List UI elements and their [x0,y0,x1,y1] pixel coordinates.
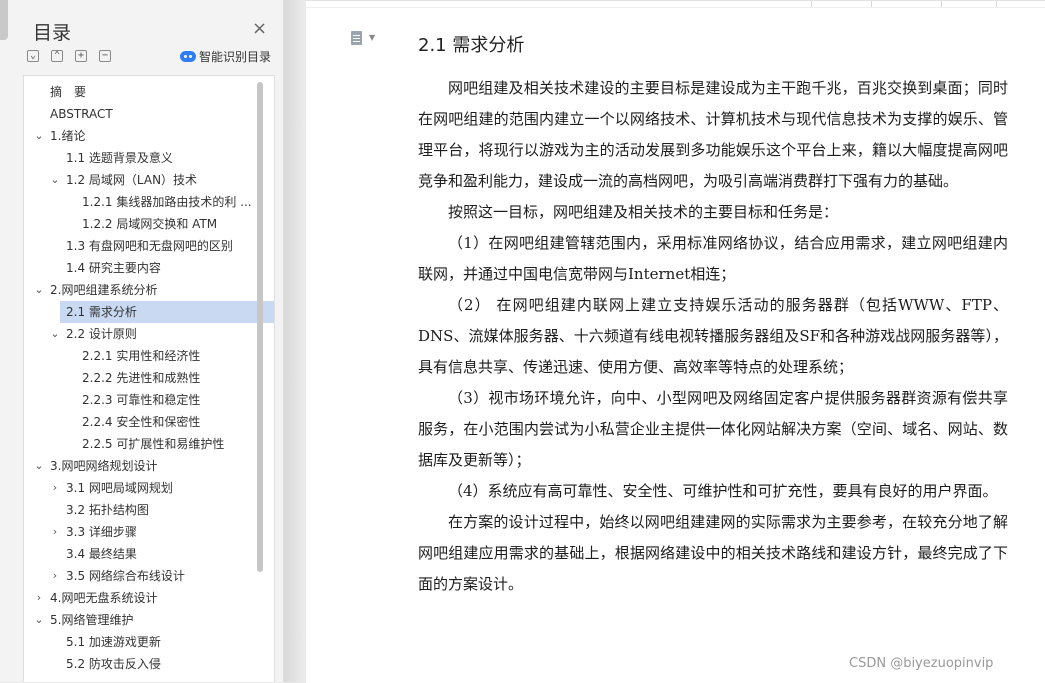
toc-item-label: 2.2.3 可靠性和稳定性 [82,393,201,407]
toc-item-label: 3.3 详细步骤 [66,525,137,539]
toc-item[interactable]: 1.4 研究主要内容 [24,257,274,279]
paragraph: （4）系统应有高可靠性、安全性、可维护性和可扩充性，要具有良好的用户界面。 [448,482,998,500]
chevron-down-icon[interactable]: ⌄ [49,323,61,345]
chevron-down-icon[interactable]: ⌄ [33,125,45,147]
toc-item-label: 2.2.5 可扩展性和易维护性 [82,437,225,451]
toc-item-label: 3.5 网络综合布线设计 [66,569,185,583]
toc-item-label: 2.2.4 安全性和保密性 [82,415,201,429]
close-icon[interactable]: × [252,20,267,38]
paragraph: （3）视市场环境允许，向中、小型网吧及网络固定客户提供服务器群资源有偿共享服务，… [418,389,1008,469]
panel-scrollbar-thumb[interactable] [0,0,8,40]
toc-item-label: 3.网吧网络规划设计 [50,459,158,473]
toc-item[interactable]: 3.2 拓扑结构图 [24,499,274,521]
toc-item[interactable]: 2.2.4 安全性和保密性 [24,411,274,433]
paragraph: （2） 在网吧组建内联网上建立支持娱乐活动的服务器群（包括WWW、FTP、DNS… [418,296,1008,376]
page-top-edge [306,1,1045,8]
toc-item[interactable]: 5.2 防攻击反入侵 [24,653,274,675]
toc-item-label: 5.1 加速游戏更新 [66,635,161,649]
toc-item[interactable]: ⌄ 2.2 设计原则 [24,323,274,345]
toc-item[interactable]: 5.1 加速游戏更新 [24,631,274,653]
toc-panel: 目录 × ⌄ ⌃ + − 智能识别目录 摘 要 ABSTRACT ⌄ 1.绪论 1.1 … [0,0,284,682]
watermark: CSDN @biyezuopinvip [849,656,994,671]
toc-item[interactable]: 2.2.2 先进性和成熟性 [24,367,274,389]
toc-item[interactable]: ⌄ 2.网吧组建系统分析 [24,279,274,301]
toc-item[interactable]: 2.2.3 可靠性和稳定性 [24,389,274,411]
toc-item[interactable]: ⌄ 1.绪论 [24,125,274,147]
remove-heading-icon[interactable]: − [99,50,111,62]
collapse-all-icon[interactable]: ⌄ [27,50,39,62]
toc-title: 目录 [33,22,72,44]
toc-tree: 摘 要 ABSTRACT ⌄ 1.绪论 1.1 选题背景及意义 ⌄ 1.2 局域网（LAN）… [23,75,275,682]
toc-item-label: 5.2 防攻击反入侵 [66,657,161,671]
toc-item-label: 3.2 拓扑结构图 [66,503,149,517]
add-heading-icon[interactable]: + [75,50,87,62]
toc-item[interactable]: › 3.3 详细步骤 [24,521,274,543]
toc-item[interactable]: 1.2.1 集线器加路由技术的利 ... [24,191,274,213]
toc-item[interactable]: ABSTRACT [24,103,274,125]
toc-item-label: 1.绪论 [50,129,86,143]
paragraph: 按照这一目标，网吧组建及相关技术的主要目标和任务是： [448,203,839,221]
document-page: ▼ 2.1 需求分析 网吧组建及相关技术建设的主要目标是建设成为主干跑千兆，百兆… [306,0,1045,683]
toc-item[interactable]: 2.2.5 可扩展性和易维护性 [24,433,274,455]
toc-item[interactable]: 3.4 最终结果 [24,543,274,565]
toc-item[interactable]: › 3.5 网络综合布线设计 [24,565,274,587]
chevron-down-icon[interactable]: ⌄ [33,455,45,477]
section-heading: 2.1 需求分析 [418,35,525,56]
toc-item-label: 1.2 局域网（LAN）技术 [66,173,198,187]
toc-item[interactable]: 1.2.2 局域网交换和 ATM [24,213,274,235]
toc-item-label: 3.1 网吧局域网规划 [66,481,173,495]
toc-item-label: 1.4 研究主要内容 [66,261,161,275]
toc-item-label: 2.2.1 实用性和经济性 [82,349,201,363]
paragraph: 在方案的设计过程中，始终以网吧组建建网的实际需求为主要参考，在较充分地了解网吧组… [418,513,1008,593]
toc-item-label: 2.1 需求分析 [66,305,137,319]
chevron-right-icon[interactable]: › [49,565,61,587]
toc-item[interactable]: ⌄ 1.2 局域网（LAN）技术 [24,169,274,191]
toc-item[interactable]: ⌄ 5.网络管理维护 [24,609,274,631]
toc-item[interactable]: 摘 要 [24,81,274,103]
toc-item[interactable]: 1.1 选题背景及意义 [24,147,274,169]
chevron-down-icon[interactable]: ⌄ [33,609,45,631]
toc-item-label: 2.2 设计原则 [66,327,137,341]
toc-item-label: 4.网吧无盘系统设计 [50,591,158,605]
toc-item-label: ABSTRACT [50,107,113,121]
chevron-right-icon[interactable]: › [33,587,45,609]
toc-item-label: 1.2.2 局域网交换和 ATM [82,217,218,231]
toc-item-label: 2.2.2 先进性和成熟性 [82,371,201,385]
toc-item[interactable]: › 4.网吧无盘系统设计 [24,587,274,609]
chevron-down-icon[interactable]: ⌄ [33,279,45,301]
toc-scrollbar[interactable] [257,82,263,572]
toc-item-label: 1.1 选题背景及意义 [66,151,173,165]
chevron-right-icon[interactable]: › [49,521,61,543]
page-gutter [284,0,306,682]
toc-item-label: 3.4 最终结果 [66,547,137,561]
toc-item-label: 摘 要 [50,85,87,99]
toc-item-label: 1.2.1 集线器加路由技术的利 ... [82,195,252,209]
toc-item[interactable]: 2.2.1 实用性和经济性 [24,345,274,367]
toc-item[interactable]: ⌄ 3.网吧网络规划设计 [24,455,274,477]
expand-up-icon[interactable]: ⌃ [51,50,63,62]
toc-item[interactable]: 2.1 需求分析 [60,301,274,323]
chevron-down-icon[interactable]: ▼ [369,33,375,42]
toc-item-label: 2.网吧组建系统分析 [50,283,158,297]
toc-item[interactable]: › 3.1 网吧局域网规划 [24,477,274,499]
document-icon[interactable] [351,31,362,45]
document-body[interactable]: 网吧组建及相关技术建设的主要目标是建设成为主干跑千兆，百兆交换到桌面；同时在网吧… [418,73,1008,600]
robot-icon [180,51,196,62]
toc-item[interactable]: 1.3 有盘网吧和无盘网吧的区别 [24,235,274,257]
chevron-right-icon[interactable]: › [49,477,61,499]
chevron-down-icon[interactable]: ⌄ [49,169,61,191]
smart-toc-label: 智能识别目录 [199,50,272,64]
toc-item-label: 5.网络管理维护 [50,613,134,627]
paragraph: 网吧组建及相关技术建设的主要目标是建设成为主干跑千兆，百兆交换到桌面；同时在网吧… [418,79,1008,190]
paragraph: （1）在网吧组建管辖范围内，采用标准网络协议，结合应用需求，建立网吧组建内联网，… [418,234,1008,283]
toc-item-label: 1.3 有盘网吧和无盘网吧的区别 [66,239,233,253]
smart-toc-button[interactable]: 智能识别目录 [180,48,271,65]
